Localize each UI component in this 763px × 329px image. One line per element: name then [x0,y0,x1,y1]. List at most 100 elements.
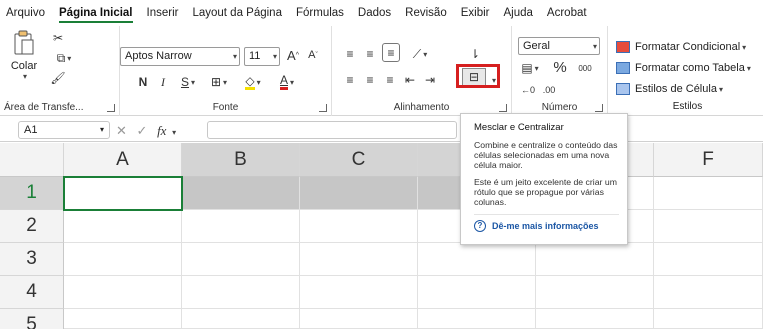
paste-dropdown-icon[interactable]: ▾ [8,72,42,81]
cut-icon[interactable]: ✂ [50,28,66,48]
align-right-icon[interactable]: ≡ [382,70,398,90]
active-cell-a1[interactable] [63,176,183,211]
cell-a4[interactable] [64,276,182,309]
format-painter-icon[interactable]: 🖌 [50,68,66,88]
tab-formulas[interactable]: Fórmulas [296,0,344,26]
font-size-combo[interactable]: 11 ▾ [244,47,280,66]
row-header-3[interactable]: 3 [0,243,64,276]
decrease-decimal-icon[interactable]: .00 [540,80,558,100]
tooltip-more-info-link[interactable]: ? Dê-me mais informações [474,214,619,232]
alignment-launcher-icon[interactable] [499,104,507,112]
cell-e4[interactable] [536,276,654,309]
underline-button[interactable]: S ▾ [176,72,200,92]
cell-a2[interactable] [64,210,182,243]
conditional-formatting-button[interactable]: Formatar Condicional ▾ [616,38,746,56]
cell-b2[interactable] [182,210,300,243]
tab-layout-da-pagina[interactable]: Layout da Página [192,0,282,26]
cell-c4[interactable] [300,276,418,309]
fx-dropdown-icon[interactable]: ▾ [172,128,176,137]
cell-a3[interactable] [64,243,182,276]
tab-arquivo[interactable]: Arquivo [6,0,45,26]
cell-c3[interactable] [300,243,418,276]
format-as-table-button[interactable]: Formatar como Tabela ▾ [616,59,751,77]
clipboard-launcher-icon[interactable] [107,104,115,112]
row-header-4[interactable]: 4 [0,276,64,309]
row-header-1[interactable]: 1 [0,177,64,210]
number-format-combo[interactable]: Geral ▾ [518,37,600,55]
row-header-5[interactable]: 5 [0,309,64,329]
tab-ajuda[interactable]: Ajuda [504,0,533,26]
cell-c5[interactable] [300,309,418,329]
increase-font-icon[interactable]: A ^ [284,45,302,65]
enter-icon[interactable]: ✓ [137,123,148,138]
orientation-icon[interactable]: ⟋ ▾ [408,44,432,64]
paste-button[interactable]: Colar ▾ [6,30,42,90]
align-middle-icon[interactable]: ≡ [362,44,378,64]
fill-color-icon[interactable]: ◇ ▾ [238,72,268,92]
cell-a5[interactable] [64,309,182,329]
column-header-b[interactable]: B [182,143,300,177]
align-top-icon[interactable]: ≡ [342,44,358,64]
cell-f1[interactable] [654,177,763,210]
align-bottom-icon[interactable]: ≡ [382,43,400,62]
copy-icon[interactable]: ⧉ ▾ [50,48,78,68]
cell-f3[interactable] [654,243,763,276]
accounting-format-icon[interactable]: ▤ ▾ [518,58,542,78]
cell-d4[interactable] [418,276,536,309]
cell-b5[interactable] [182,309,300,329]
bold-button[interactable]: N [136,72,150,92]
font-name-combo[interactable]: Aptos Narrow ▾ [120,47,240,66]
formula-input[interactable] [207,121,457,139]
percent-button[interactable]: % [552,57,568,77]
font-color-button[interactable]: A ▾ [272,72,302,92]
tab-inserir[interactable]: Inserir [147,0,179,26]
cell-b3[interactable] [182,243,300,276]
group-clipboard: Colar ▾ ✂ ⧉ ▾ 🖌 Área de Transfe... [0,26,120,116]
cell-e5[interactable] [536,309,654,329]
cell-styles-button[interactable]: Estilos de Célula ▾ [616,80,723,98]
tab-acrobat[interactable]: Acrobat [547,0,587,26]
decrease-indent-icon[interactable]: ⇤ [402,70,418,90]
tab-revisao[interactable]: Revisão [405,0,447,26]
format-as-table-label: Formatar como Tabela [635,62,745,74]
cell-f5[interactable] [654,309,763,329]
tooltip-link-label: Dê-me mais informações [492,221,599,231]
decrease-font-icon[interactable]: Aˇ [304,45,322,65]
number-launcher-icon[interactable] [595,104,603,112]
cell-d5[interactable] [418,309,536,329]
underline-letter: S [180,75,189,89]
increase-indent-icon[interactable]: ⇥ [422,70,438,90]
cell-c2[interactable] [300,210,418,243]
borders-icon[interactable]: ⊞ ▾ [206,72,232,92]
insert-function-icon[interactable]: fx [157,123,166,138]
italic-button[interactable]: I [156,72,170,92]
corner-select-all[interactable] [0,143,64,177]
align-left-icon[interactable]: ≡ [342,70,358,90]
wrap-text-icon[interactable]: ⇂ [466,44,484,64]
font-launcher-icon[interactable] [319,104,327,112]
cell-e3[interactable] [536,243,654,276]
font-size-value: 11 [249,50,261,62]
increase-decimal-icon[interactable]: ←0 [520,80,536,100]
column-header-f[interactable]: F [654,143,763,177]
styles-group-label: Estilos [672,101,703,112]
format-as-table-icon [616,62,630,74]
cancel-icon[interactable]: ✕ [116,123,127,138]
cell-f2[interactable] [654,210,763,243]
name-box[interactable]: A1 ▾ [18,121,110,139]
cell-f4[interactable] [654,276,763,309]
row-header-2[interactable]: 2 [0,210,64,243]
tab-exibir[interactable]: Exibir [461,0,490,26]
tab-dados[interactable]: Dados [358,0,391,26]
align-center-icon[interactable]: ≡ [362,70,378,90]
tab-pagina-inicial[interactable]: Página Inicial [59,0,133,26]
tooltip-description-2: Este é um jeito excelente de criar um ró… [474,177,617,207]
cell-b1[interactable] [182,177,300,210]
cell-d3[interactable] [418,243,536,276]
spreadsheet-grid: A B C D E F 1 2 3 4 5 [0,143,763,329]
thousands-button[interactable]: 000 [574,58,596,78]
cell-c1[interactable] [300,177,418,210]
cell-b4[interactable] [182,276,300,309]
column-header-a[interactable]: A [64,143,182,177]
column-header-c[interactable]: C [300,143,418,177]
